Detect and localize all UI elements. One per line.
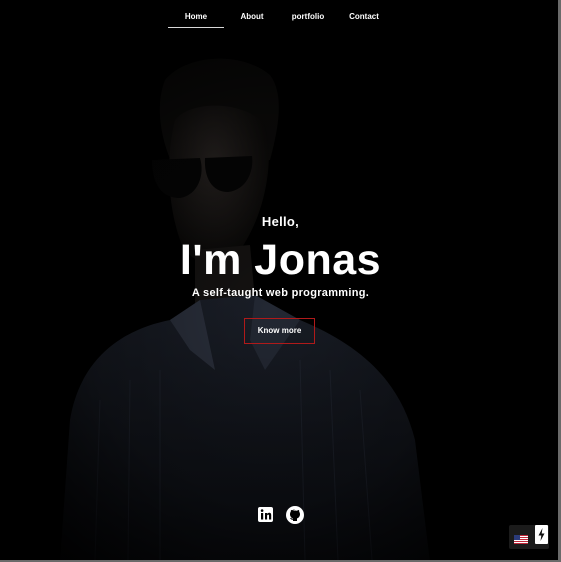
nav-item-about[interactable]: About xyxy=(230,10,274,26)
nav-item-contact[interactable]: Contact xyxy=(340,10,388,26)
nav-item-home[interactable]: Home xyxy=(168,10,224,28)
language-widget[interactable] xyxy=(509,525,549,549)
linkedin-icon[interactable] xyxy=(256,505,276,525)
hero-tagline: A self-taught web programming. xyxy=(191,287,370,299)
social-links xyxy=(254,505,310,525)
nav-item-portfolio[interactable]: portfolio xyxy=(282,10,334,26)
know-more-button[interactable]: Know more xyxy=(244,318,315,344)
github-icon[interactable] xyxy=(285,505,305,525)
hero-greeting: Hello, xyxy=(261,214,300,229)
main-navigation: Home About portfolio Contact xyxy=(0,0,561,34)
us-flag-icon xyxy=(514,535,528,544)
lightning-button[interactable] xyxy=(535,525,548,544)
lightning-icon xyxy=(538,528,545,541)
hero-name-heading: I'm Jonas xyxy=(179,236,382,284)
page: Home About portfolio Contact Hello, I'm … xyxy=(0,0,561,562)
